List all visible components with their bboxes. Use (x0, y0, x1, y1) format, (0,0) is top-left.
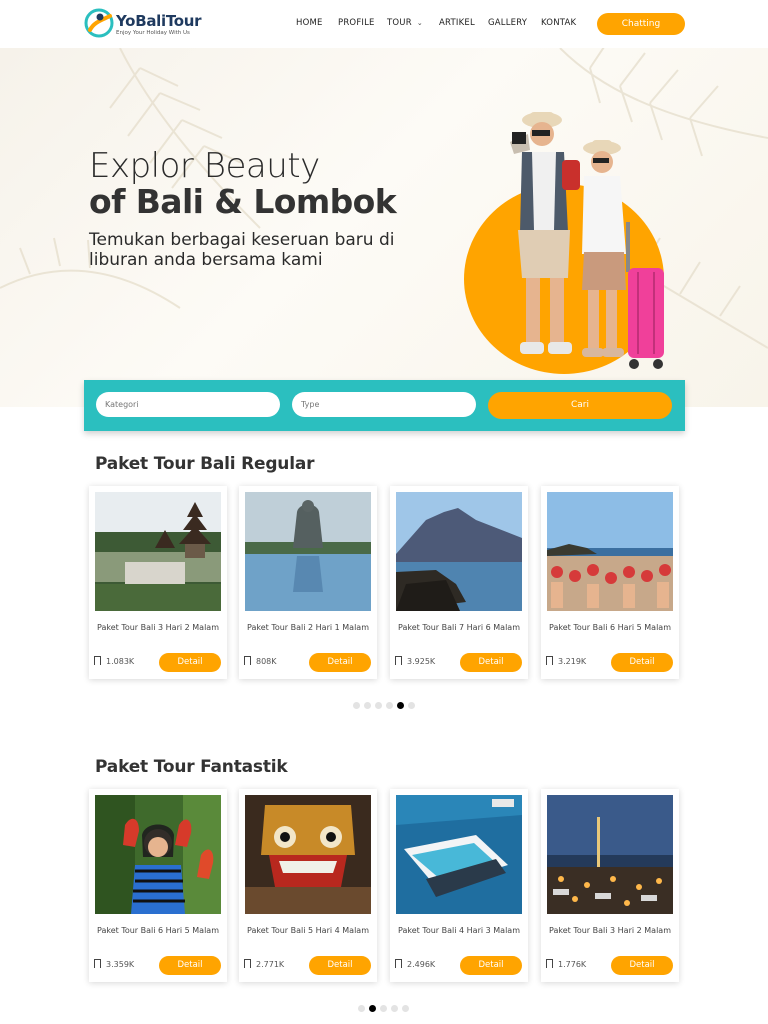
tour-card[interactable]: Paket Tour Bali 5 Hari 4 Malam 2.771K De… (239, 789, 377, 982)
bookmark-icon (244, 656, 251, 665)
detail-button[interactable]: Detail (309, 956, 371, 975)
card-title: Paket Tour Bali 7 Hari 6 Malam (398, 623, 520, 632)
chevron-down-icon: ⌄ (416, 19, 423, 27)
nav-gallery[interactable]: GALLERY (488, 18, 527, 28)
carousel-dot[interactable] (364, 702, 371, 709)
bookmark-icon (546, 656, 553, 665)
card-count-value: 2.496K (407, 960, 436, 969)
card-title: Paket Tour Bali 6 Hari 5 Malam (97, 926, 219, 935)
card-count: 3.925K (395, 656, 435, 666)
tour-card[interactable]: Paket Tour Bali 7 Hari 6 Malam 3.925K De… (390, 486, 528, 679)
gwk-statue-image (245, 492, 371, 611)
site-header: YoBaliTour Enjoy Your Holiday With Us HO… (0, 0, 768, 48)
tour-card[interactable]: Paket Tour Bali 6 Hari 5 Malam 3.359K De… (89, 789, 227, 982)
card-title: Paket Tour Bali 3 Hari 2 Malam (549, 926, 671, 935)
cari-button[interactable]: Cari (488, 392, 672, 419)
bookmark-icon (94, 959, 101, 968)
card-count: 808K (244, 656, 277, 666)
detail-button[interactable]: Detail (309, 653, 371, 672)
carousel-dot-active[interactable] (369, 1005, 376, 1012)
tourist-couple-illustration (510, 112, 664, 369)
card-title: Paket Tour Bali 2 Hari 1 Malam (247, 623, 369, 632)
nav-home[interactable]: HOME (296, 18, 323, 28)
hero-subtitle: Temukan berbagai keseruan baru di libura… (89, 230, 395, 270)
detail-button[interactable]: Detail (159, 653, 221, 672)
detail-button[interactable]: Detail (159, 956, 221, 975)
carousel-dot-active[interactable] (397, 702, 404, 709)
card-count: 2.496K (395, 959, 435, 969)
jimbaran-dinner-image (547, 795, 673, 914)
type-select[interactable]: Type (292, 392, 476, 417)
tour-card[interactable]: Paket Tour Bali 3 Hari 2 Malam 1.083K De… (89, 486, 227, 679)
kecak-dance-image (547, 492, 673, 611)
search-bar: Kategori Type Cari (84, 380, 685, 431)
carousel-dots-fantastik (358, 1005, 410, 1013)
section-title-regular: Paket Tour Bali Regular (95, 454, 315, 474)
nav-profile[interactable]: PROFILE (338, 18, 375, 28)
bookmark-icon (546, 959, 553, 968)
carousel-dot[interactable] (353, 702, 360, 709)
carousel-dot[interactable] (386, 702, 393, 709)
barong-mask-image (245, 795, 371, 914)
card-count: 3.359K (94, 959, 134, 969)
detail-button[interactable]: Detail (611, 956, 673, 975)
carousel-dot[interactable] (375, 702, 382, 709)
card-count: 1.083K (94, 656, 134, 666)
bookmark-icon (244, 959, 251, 968)
logo-icon (84, 8, 114, 38)
card-count-value: 808K (256, 657, 277, 666)
nav-tour-label: TOUR (387, 18, 412, 28)
card-count: 1.776K (546, 959, 586, 969)
bookmark-icon (94, 656, 101, 665)
carousel-dot[interactable] (358, 1005, 365, 1012)
card-title: Paket Tour Bali 5 Hari 4 Malam (247, 926, 369, 935)
detail-button[interactable]: Detail (460, 653, 522, 672)
parrots-girl-image (95, 795, 221, 914)
hero-banner: Explor Beauty of Bali & Lombok Temukan b… (0, 48, 768, 407)
tour-card[interactable]: Paket Tour Bali 4 Hari 3 Malam 2.496K De… (390, 789, 528, 982)
kategori-select[interactable]: Kategori (96, 392, 280, 417)
bookmark-icon (395, 656, 402, 665)
hero-title-line1: Explor Beauty (89, 146, 320, 186)
carousel-dot[interactable] (380, 1005, 387, 1012)
carousel-dot[interactable] (402, 1005, 409, 1012)
bookmark-icon (395, 959, 402, 968)
card-count: 3.219K (546, 656, 586, 666)
tour-card[interactable]: Paket Tour Bali 2 Hari 1 Malam 808K Deta… (239, 486, 377, 679)
carousel-dot[interactable] (408, 702, 415, 709)
chatting-button[interactable]: Chatting (597, 13, 685, 35)
card-count-value: 1.083K (106, 657, 135, 666)
card-count: 2.771K (244, 959, 284, 969)
temple-lake-image (95, 492, 221, 611)
detail-button[interactable]: Detail (611, 653, 673, 672)
card-count-value: 3.925K (407, 657, 436, 666)
nav-artikel[interactable]: ARTIKEL (439, 18, 475, 28)
tour-card[interactable]: Paket Tour Bali 6 Hari 5 Malam 3.219K De… (541, 486, 679, 679)
card-count-value: 1.776K (558, 960, 587, 969)
nav-tour[interactable]: TOUR ⌄ (387, 18, 423, 28)
pontoon-boat-image (396, 795, 522, 914)
card-count-value: 2.771K (256, 960, 285, 969)
detail-button[interactable]: Detail (460, 956, 522, 975)
carousel-dot[interactable] (391, 1005, 398, 1012)
hero-title-line2: of Bali & Lombok (89, 182, 397, 221)
card-count-value: 3.219K (558, 657, 587, 666)
card-title: Paket Tour Bali 4 Hari 3 Malam (398, 926, 520, 935)
card-title: Paket Tour Bali 3 Hari 2 Malam (97, 623, 219, 632)
section-title-fantastik: Paket Tour Fantastik (95, 757, 288, 777)
carousel-dots-regular (353, 702, 415, 710)
logo[interactable]: YoBaliTour Enjoy Your Holiday With Us (84, 8, 204, 40)
tour-card[interactable]: Paket Tour Bali 3 Hari 2 Malam 1.776K De… (541, 789, 679, 982)
nav-kontak[interactable]: KONTAK (541, 18, 576, 28)
logo-name: YoBaliTour (116, 12, 202, 30)
mount-batur-image (396, 492, 522, 611)
card-count-value: 3.359K (106, 960, 135, 969)
card-title: Paket Tour Bali 6 Hari 5 Malam (549, 623, 671, 632)
logo-tagline: Enjoy Your Holiday With Us (116, 30, 190, 36)
